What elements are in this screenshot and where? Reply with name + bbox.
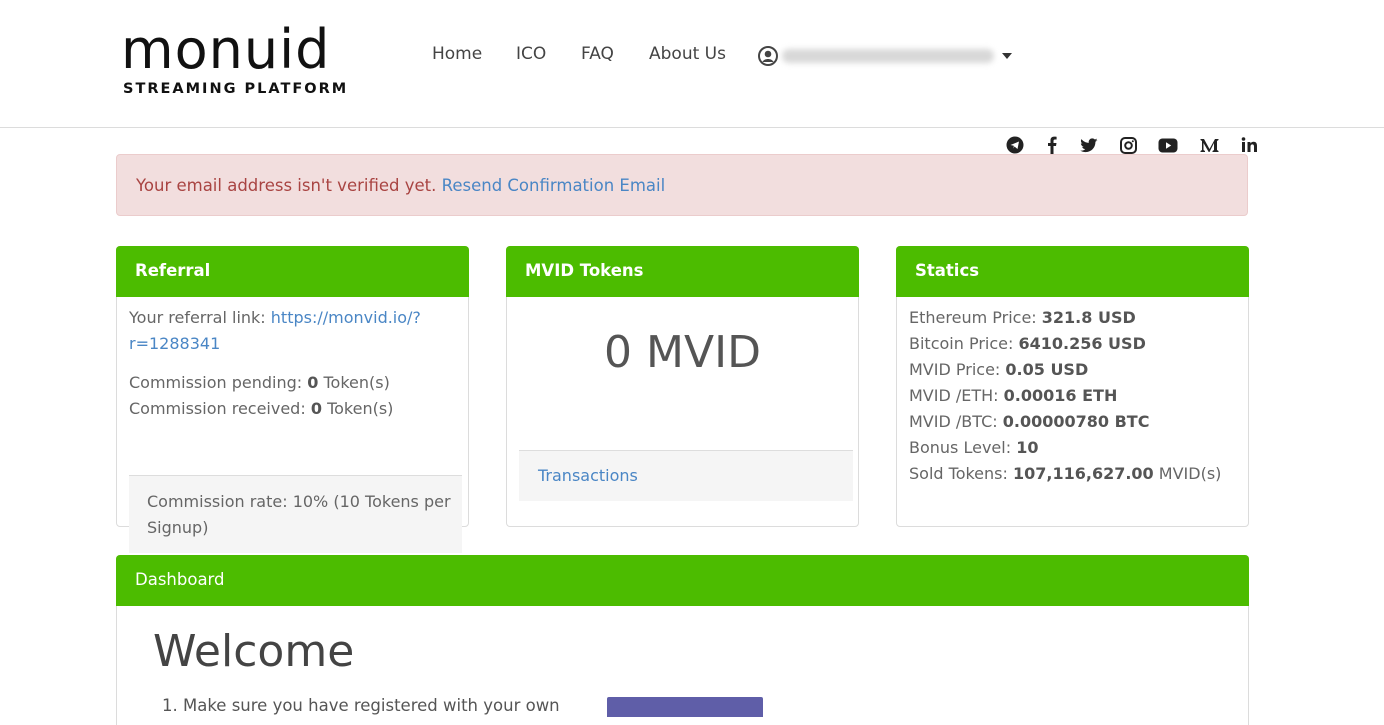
commission-rate-line2: Signup) (147, 518, 209, 537)
stat-value: 0.05 USD (1005, 360, 1089, 379)
nav-ico[interactable]: ICO (516, 44, 546, 64)
dashboard-purple-banner[interactable] (607, 697, 763, 717)
stat-label: MVID Price: (909, 360, 1001, 379)
stat-label: Bitcoin Price: (909, 334, 1014, 353)
commission-received-value: 0 (310, 399, 322, 418)
transactions-link[interactable]: Transactions (538, 466, 638, 485)
stat-row: Sold Tokens: 107,116,627.00 MVID(s) (909, 464, 1221, 483)
user-email-blurred (782, 49, 994, 63)
resend-confirmation-link[interactable]: Resend Confirmation Email (442, 176, 666, 195)
youtube-icon[interactable] (1157, 135, 1179, 155)
referral-link[interactable]: https://monvid.io/? (271, 308, 421, 327)
email-verification-alert: Your email address isn't verified yet. R… (116, 154, 1248, 216)
tokens-panel-header: MVID Tokens (506, 246, 859, 297)
logo[interactable]: monuid STREAMING PLATFORM (121, 18, 346, 102)
linkedin-icon[interactable] (1238, 135, 1260, 155)
facebook-icon[interactable] (1041, 135, 1063, 155)
commission-received-label: Commission received: (129, 399, 306, 418)
commission-rate-box: Commission rate: 10% (10 Tokens per Sign… (129, 475, 462, 553)
nav-faq[interactable]: FAQ (581, 44, 614, 64)
instagram-icon[interactable] (1117, 135, 1139, 155)
stat-row: Bonus Level: 10 (909, 438, 1038, 457)
user-menu[interactable] (758, 44, 1012, 68)
stat-label: Sold Tokens: (909, 464, 1008, 483)
stat-row: MVID /BTC: 0.00000780 BTC (909, 412, 1149, 431)
referral-link-line: Your referral link: https://monvid.io/? (129, 308, 421, 327)
dashboard-step-1: 1. Make sure you have registered with yo… (162, 696, 560, 715)
caret-down-icon[interactable] (1002, 53, 1012, 59)
stat-row: MVID Price: 0.05 USD (909, 360, 1088, 379)
referral-title: Referral (135, 261, 211, 280)
stat-value: 6410.256 USD (1018, 334, 1146, 353)
medium-icon[interactable] (1198, 135, 1220, 155)
referral-link-continued[interactable]: r=1288341 (129, 334, 220, 353)
stat-row: Ethereum Price: 321.8 USD (909, 308, 1136, 327)
statics-panel: Statics Ethereum Price: 321.8 USD Bitcoi… (896, 246, 1249, 527)
commission-pending-value: 0 (307, 373, 319, 392)
dashboard-panel-header: Dashboard (116, 555, 1249, 606)
commission-received: Commission received: 0 Token(s) (129, 399, 393, 418)
stat-value: 107,116,627.00 (1012, 464, 1154, 483)
twitter-icon[interactable] (1078, 135, 1100, 155)
statics-panel-header: Statics (896, 246, 1249, 297)
commission-rate-line1: Commission rate: 10% (10 Tokens per (147, 492, 451, 511)
commission-pending-unit: Token(s) (323, 373, 390, 392)
stat-label: Ethereum Price: (909, 308, 1037, 327)
welcome-heading: Welcome (153, 626, 355, 677)
tokens-title: MVID Tokens (525, 261, 644, 280)
referral-link-label: Your referral link: (129, 308, 266, 327)
commission-pending: Commission pending: 0 Token(s) (129, 373, 390, 392)
user-circle-icon (758, 46, 778, 66)
dashboard-title: Dashboard (135, 570, 225, 589)
alert-text: Your email address isn't verified yet. R… (136, 176, 665, 195)
nav-about-us[interactable]: About Us (649, 44, 726, 64)
logo-subtitle: STREAMING PLATFORM (123, 81, 349, 97)
token-balance: 0 MVID (604, 327, 761, 378)
stat-row: MVID /ETH: 0.00016 ETH (909, 386, 1117, 405)
transactions-box: Transactions (519, 450, 853, 501)
stat-suffix: MVID(s) (1158, 464, 1222, 483)
commission-received-unit: Token(s) (327, 399, 394, 418)
statics-title: Statics (915, 261, 980, 280)
stat-label: Bonus Level: (909, 438, 1012, 457)
alert-message: Your email address isn't verified yet. (136, 176, 437, 195)
referral-panel-header: Referral (116, 246, 469, 297)
stat-label: MVID /ETH: (909, 386, 999, 405)
stat-value: 0.00016 ETH (1003, 386, 1118, 405)
stat-value: 321.8 USD (1041, 308, 1136, 327)
stat-value: 0.00000780 BTC (1002, 412, 1150, 431)
site-header: monuid STREAMING PLATFORM Home ICO FAQ A… (0, 0, 1384, 128)
commission-pending-label: Commission pending: (129, 373, 303, 392)
stat-label: MVID /BTC: (909, 412, 998, 431)
telegram-icon[interactable] (1004, 135, 1026, 155)
stat-row: Bitcoin Price: 6410.256 USD (909, 334, 1146, 353)
stat-value: 10 (1016, 438, 1039, 457)
logo-wordmark: monuid (121, 18, 331, 81)
nav-home[interactable]: Home (432, 44, 482, 64)
mvid-tokens-panel: MVID Tokens 0 MVID Transactions (506, 246, 859, 527)
